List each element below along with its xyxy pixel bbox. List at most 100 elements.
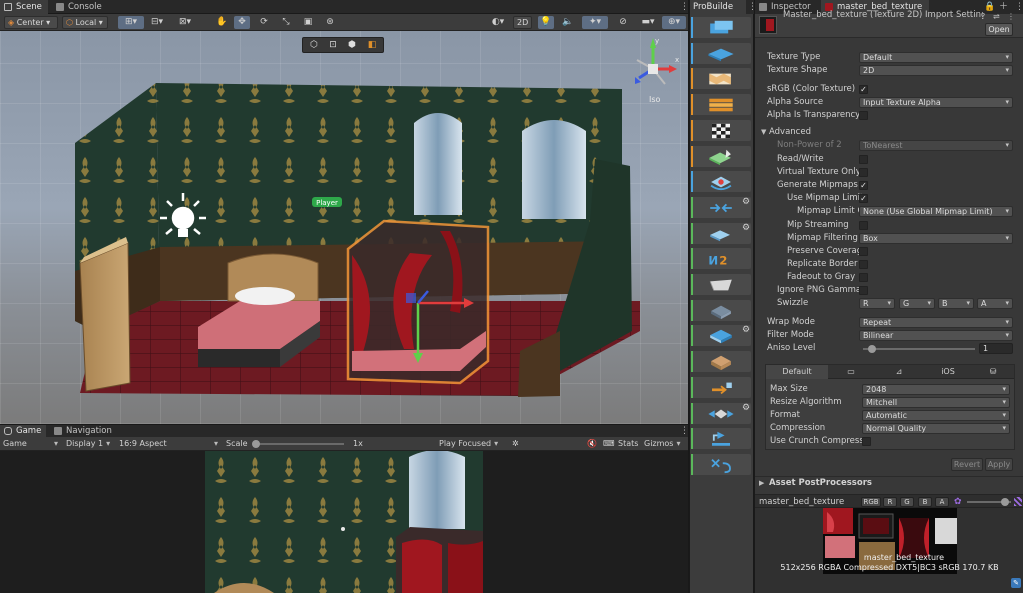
apply-button[interactable]: Apply [985, 458, 1013, 471]
settings-icon[interactable]: ⇌ [993, 12, 1000, 21]
probuilder-tool-flip-normals[interactable]: И2 [691, 248, 751, 270]
camera-icon[interactable]: ▬▾ [636, 16, 660, 29]
aspect-dropdown[interactable]: 16:9 Aspect ▾ [119, 438, 219, 450]
platform-tab-default[interactable]: Default [766, 365, 828, 379]
preview-background-icon[interactable] [1014, 497, 1022, 506]
scale-tool-icon[interactable]: ⤡ [278, 16, 294, 29]
pivot-rotation-dropdown[interactable]: ⬡ Local ▾ [62, 16, 108, 29]
probuilder-tool-vertex-colors[interactable] [691, 145, 751, 167]
probuilder-tool-conform-normals[interactable] [691, 274, 751, 295]
asset-label-icon[interactable]: ✎ [1011, 578, 1021, 588]
add-tab-icon[interactable]: ＋ [999, 2, 1008, 12]
game-viewport[interactable] [0, 451, 688, 593]
platform-tab-ios[interactable]: iOS [924, 365, 972, 379]
scene-panel-menu-icon[interactable]: ⋮ [680, 2, 689, 12]
increment-snap-icon[interactable]: ⊟▾ [146, 16, 168, 29]
resize-algorithm-dropdown[interactable]: Mitchell ▾ [862, 397, 1010, 408]
tab-game[interactable]: Game [0, 425, 46, 437]
alpha-source-dropdown[interactable]: Input Texture Alpha ▾ [859, 97, 1013, 108]
scale-slider[interactable] [250, 438, 350, 450]
game-mode-dropdown[interactable]: Game ▾ [3, 438, 59, 450]
hand-tool-icon[interactable]: ✋ [214, 16, 230, 29]
format-dropdown[interactable]: Automatic ▾ [862, 410, 1010, 421]
grid-snap-icon[interactable]: ⊞▾ [118, 16, 144, 29]
probuilder-tool-new-shape[interactable] [691, 17, 751, 38]
mute-audio-icon[interactable]: 🔇 [587, 438, 597, 450]
asset-postprocessors-foldout[interactable]: ▶ Asset PostProcessors [755, 476, 1023, 489]
vertex-mode-icon[interactable]: ⊡ [324, 39, 342, 51]
pivot-mode-dropdown[interactable]: ◈ Center ▾ [4, 16, 58, 29]
probuilder-tool-smoothing[interactable] [691, 68, 751, 90]
preview-channel-g[interactable]: G [900, 497, 914, 507]
mip-slider-thumb[interactable] [1001, 498, 1009, 506]
inspector-panel-menu-icon[interactable]: ⋮ [1015, 2, 1023, 12]
swizzle-a-dropdown[interactable]: A ▾ [977, 298, 1013, 309]
ignore-png-gamma-checkbox[interactable] [859, 286, 868, 295]
use-crunch-checkbox[interactable] [862, 437, 871, 446]
aniso-slider-thumb[interactable] [868, 345, 876, 353]
probuilder-tool-uv-editor[interactable] [691, 119, 751, 141]
effects-icon[interactable]: ✦▾ [582, 16, 608, 29]
probuilder-tool-set-trigger[interactable] [691, 453, 751, 475]
tab-probuilder[interactable]: ProBuilde [690, 0, 746, 14]
swizzle-g-dropdown[interactable]: G ▾ [899, 298, 935, 309]
edge-mode-icon[interactable]: ⬢ [343, 39, 361, 51]
wrap-mode-dropdown[interactable]: Repeat ▾ [859, 317, 1013, 328]
object-mode-icon[interactable]: ⬡ [305, 39, 323, 51]
more-icon[interactable]: ⋮ [1007, 12, 1015, 21]
gizmos-dropdown[interactable]: Gizmos ▾ [644, 438, 684, 450]
play-mode-dropdown[interactable]: Play Focused ▾ [439, 438, 519, 450]
compression-dropdown[interactable]: Normal Quality ▾ [862, 423, 1010, 434]
preserve-coverage-checkbox[interactable] [859, 247, 868, 256]
preview-channel-r[interactable]: R [883, 497, 897, 507]
platform-tab-android[interactable]: ⊿ [874, 365, 924, 379]
probuilder-tool-new-bezier[interactable] [691, 171, 751, 193]
platform-tab-webgl[interactable]: ⛁ [972, 365, 1014, 379]
hidden-objects-icon[interactable]: ⊘ [612, 16, 634, 29]
probuilder-tool-center-pivot[interactable] [691, 299, 751, 321]
projection-label[interactable]: Iso [649, 95, 660, 104]
platform-tab-standalone[interactable]: ▭ [828, 365, 874, 379]
game-panel-menu-icon[interactable]: ⋮ [680, 426, 689, 436]
display-dropdown[interactable]: Display 1 ▾ [66, 438, 116, 450]
scale-slider-thumb[interactable] [252, 440, 260, 448]
align-icon[interactable]: ⊠▾ [172, 16, 198, 29]
swizzle-r-dropdown[interactable]: R ▾ [859, 298, 895, 309]
aniso-level-input[interactable]: 1 [979, 343, 1013, 354]
tab-console[interactable]: Console [52, 0, 104, 14]
move-tool-icon[interactable]: ✥ [234, 16, 250, 29]
swizzle-b-dropdown[interactable]: B ▾ [938, 298, 974, 309]
help-icon[interactable]: ? [981, 12, 985, 21]
preview-channel-a[interactable]: A [935, 497, 949, 507]
probuilder-tool-triangulate[interactable] [691, 351, 751, 373]
alpha-transparency-checkbox[interactable] [859, 111, 868, 120]
gizmos-icon[interactable]: ⊕▾ [662, 16, 686, 29]
mipmap-limit-group-dropdown[interactable]: None (Use Global Mipmap Limit) ▾ [859, 206, 1013, 217]
texture-type-dropdown[interactable]: Default ▾ [859, 52, 1013, 63]
shortcuts-icon[interactable]: ⌨ [603, 438, 615, 450]
lock-icon[interactable]: 🔒 [984, 2, 995, 12]
probuilder-tool-poly-shape[interactable] [691, 42, 751, 64]
probuilder-panel-menu-icon[interactable]: ⋮ [748, 2, 757, 12]
use-mipmap-limits-checkbox[interactable]: ✓ [859, 194, 868, 203]
rect-tool-icon[interactable]: ▣ [300, 16, 316, 29]
generate-mipmaps-checkbox[interactable]: ✓ [859, 181, 868, 190]
advanced-foldout[interactable]: ▼ Advanced [755, 126, 1023, 139]
texture-shape-dropdown[interactable]: 2D ▾ [859, 65, 1013, 76]
virtual-texture-checkbox[interactable] [859, 168, 868, 177]
filter-mode-dropdown[interactable]: Bilinear ▾ [859, 330, 1013, 341]
rotate-tool-icon[interactable]: ⟳ [256, 16, 272, 29]
read-write-checkbox[interactable] [859, 155, 868, 164]
tool-options-gear-icon[interactable]: ⚙ [742, 197, 750, 207]
tool-options-gear-icon[interactable]: ⚙ [742, 223, 750, 233]
replicate-border-checkbox[interactable] [859, 260, 868, 269]
bug-icon[interactable]: ✲ [512, 438, 519, 450]
face-mode-icon[interactable]: ◧ [363, 39, 381, 51]
preview-channel-rgb[interactable]: RGB [861, 497, 881, 507]
mipmap-filtering-dropdown[interactable]: Box ▾ [859, 233, 1013, 244]
tool-options-gear-icon[interactable]: ⚙ [742, 403, 750, 413]
transform-tool-icon[interactable]: ⊛ [322, 16, 338, 29]
tab-navigation[interactable]: Navigation [50, 425, 112, 437]
tool-options-gear-icon[interactable]: ⚙ [742, 326, 750, 335]
fadeout-to-gray-checkbox[interactable] [859, 273, 868, 282]
